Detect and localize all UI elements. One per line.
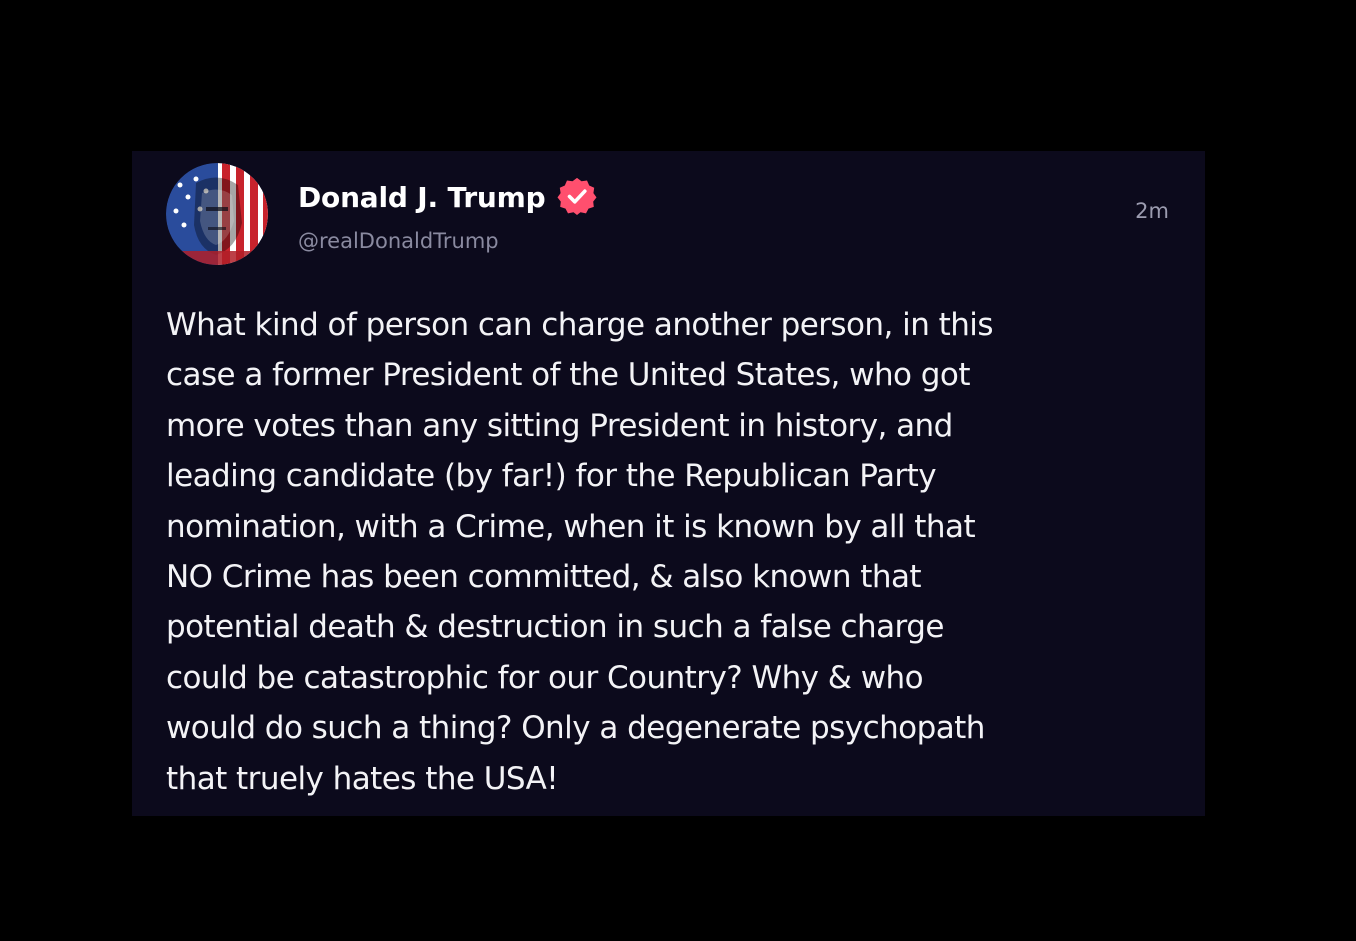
author-avatar[interactable] [166, 163, 268, 265]
flag-portrait-icon [166, 163, 268, 265]
post-text-line: NO Crime has been committed, & also know… [166, 559, 922, 596]
author-name-row: Donald J. Trump [298, 177, 597, 217]
post-card[interactable]: Donald J. Trump @realDonaldTrump 2m What… [132, 151, 1205, 816]
post-body: What kind of person can charge another p… [166, 300, 1176, 804]
post-text-line: potential death & destruction in such a … [166, 609, 944, 646]
post-text-line: could be catastrophic for our Country? W… [166, 659, 924, 696]
post-timestamp[interactable]: 2m [1135, 199, 1169, 223]
author-display-name[interactable]: Donald J. Trump [298, 181, 546, 214]
post-text-line: leading candidate (by far!) for the Repu… [166, 458, 937, 495]
post-text-line: more votes than any sitting President in… [166, 407, 953, 444]
verified-badge-icon [557, 177, 597, 217]
post-text-line: case a former President of the United St… [166, 357, 970, 394]
post-text-line: would do such a thing? Only a degenerate… [166, 710, 985, 747]
post-text-line: What kind of person can charge another p… [166, 307, 994, 343]
author-handle[interactable]: @realDonaldTrump [298, 229, 499, 253]
post-text-line: nomination, with a Crime, when it is kno… [166, 508, 976, 545]
post-text-line: that truely hates the USA! [166, 760, 559, 797]
